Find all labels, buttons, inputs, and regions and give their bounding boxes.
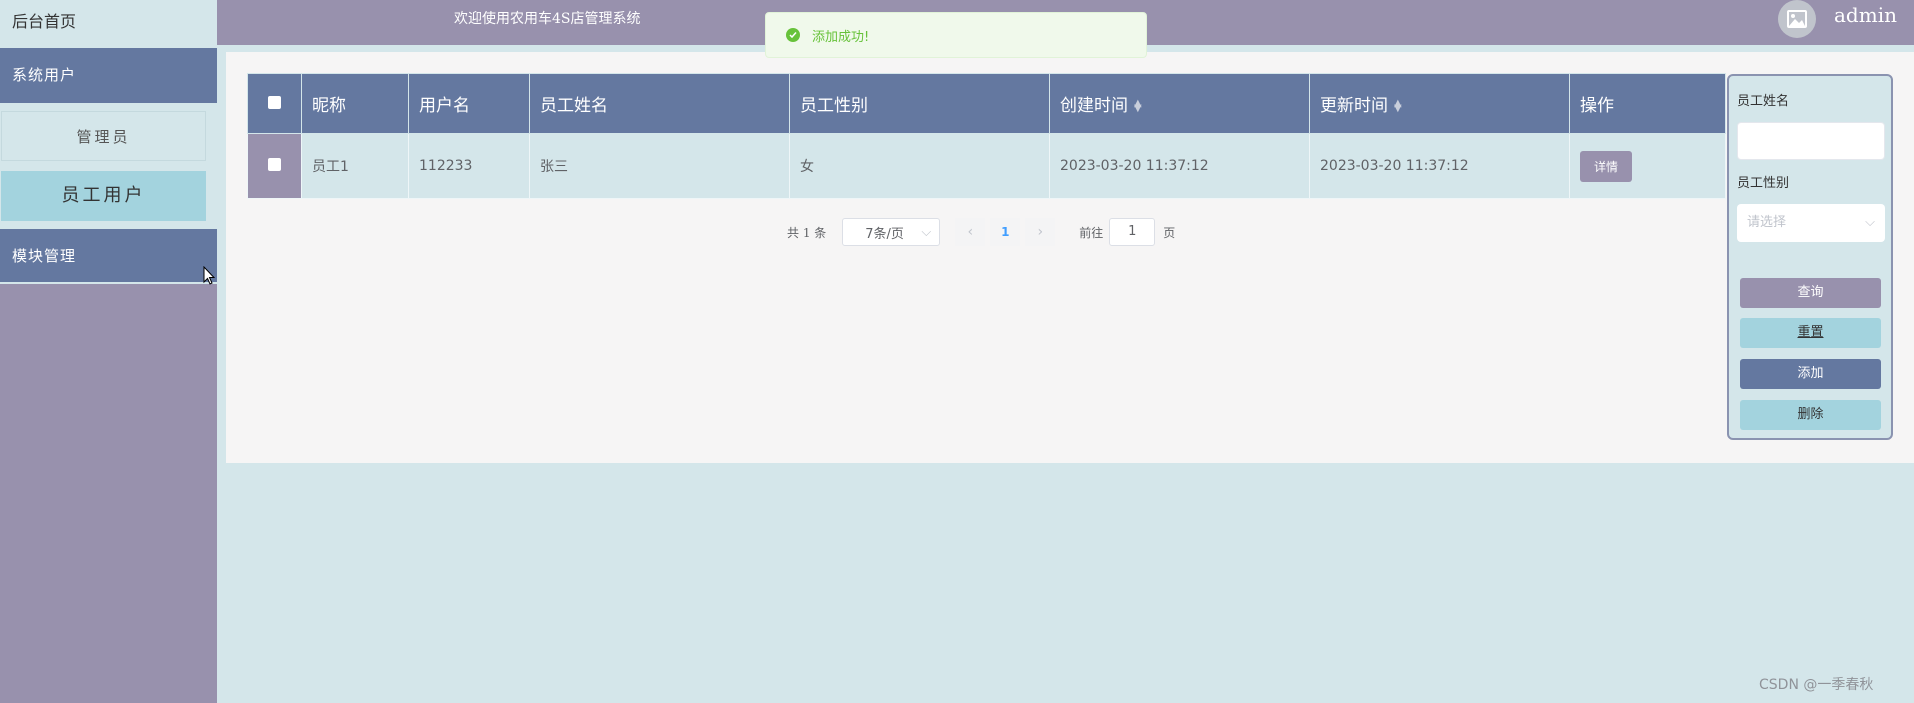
- column-header-created-label: 创建时间: [1060, 96, 1128, 116]
- query-button[interactable]: 查询: [1740, 278, 1881, 308]
- column-header-nickname: 昵称: [301, 73, 409, 134]
- row-select-cell: [247, 133, 302, 199]
- cell-updated: 2023-03-20 11:37:12: [1309, 133, 1570, 199]
- employee-name-input[interactable]: [1737, 122, 1885, 160]
- sort-icon[interactable]: ▲ ▼: [1134, 99, 1142, 114]
- column-header-gender: 员工性别: [789, 73, 1050, 134]
- reset-button[interactable]: 重置: [1740, 318, 1881, 348]
- row-checkbox[interactable]: [268, 157, 281, 171]
- mouse-cursor-icon: [203, 266, 215, 285]
- column-header-updated-label: 更新时间: [1320, 96, 1388, 116]
- next-page-button[interactable]: ›: [1025, 218, 1056, 246]
- column-header-action: 操作: [1569, 73, 1726, 134]
- chevron-down-icon: ⌵: [1865, 215, 1875, 230]
- toast-message: 添加成功!: [812, 29, 870, 45]
- sidebar-home[interactable]: 后台首页: [0, 0, 217, 48]
- data-table: 昵称 用户名 员工姓名 员工性别 创建时间 ▲ ▼ 更新时间 ▲ ▼ 操作 员工1 11…: [247, 73, 1726, 199]
- pagination: 共 1 条 7条/页 ⌵ ‹ 1 › 前往 1 页: [787, 218, 1175, 246]
- table-header-row: 昵称 用户名 员工姓名 员工性别 创建时间 ▲ ▼ 更新时间 ▲ ▼ 操作: [247, 73, 1726, 134]
- avatar[interactable]: [1778, 0, 1816, 38]
- chevron-down-icon: ⌵: [921, 224, 932, 240]
- check-circle-icon: [786, 28, 800, 42]
- page-number-current[interactable]: 1: [990, 218, 1021, 246]
- sidebar-group-module-management[interactable]: 模块管理: [0, 229, 217, 284]
- employee-gender-label: 员工性别: [1737, 176, 1790, 191]
- cell-nickname: 员工1: [301, 133, 409, 199]
- cell-username: 112233: [408, 133, 530, 199]
- column-header-updated[interactable]: 更新时间 ▲ ▼: [1309, 73, 1570, 134]
- select-all-checkbox[interactable]: [268, 95, 281, 109]
- page-size-select[interactable]: 7条/页 ⌵: [842, 218, 941, 246]
- goto-label: 前往: [1079, 225, 1104, 240]
- page-size-value: 7条/页: [865, 226, 904, 242]
- sidebar-group-system-users[interactable]: 系统用户: [0, 48, 217, 103]
- cell-name: 张三: [529, 133, 790, 199]
- sidebar-item-employee-user[interactable]: 员工用户: [1, 171, 206, 221]
- detail-button[interactable]: 详情: [1580, 150, 1633, 182]
- table-row: 员工1 112233 张三 女 2023-03-20 11:37:12 2023…: [247, 133, 1726, 199]
- chevron-right-icon: ›: [1037, 224, 1044, 240]
- image-icon: [1787, 10, 1807, 28]
- page-word: 页: [1163, 225, 1176, 240]
- welcome-title: 欢迎使用农用车4S店管理系统: [454, 11, 641, 27]
- cell-action: 详情: [1569, 133, 1726, 199]
- gender-select-placeholder: 请选择: [1747, 215, 1787, 230]
- column-header-name: 员工姓名: [529, 73, 790, 134]
- select-all-cell: [247, 73, 302, 134]
- search-panel: 员工姓名 员工性别 请选择 ⌵ 查询 重置 添加 删除: [1727, 74, 1893, 440]
- user-name[interactable]: admin: [1834, 3, 1897, 27]
- employee-name-label: 员工姓名: [1737, 94, 1790, 109]
- success-toast: 添加成功!: [765, 12, 1147, 58]
- chevron-left-icon: ‹: [967, 224, 974, 240]
- delete-button[interactable]: 删除: [1740, 400, 1881, 430]
- cell-gender: 女: [789, 133, 1050, 199]
- column-header-created[interactable]: 创建时间 ▲ ▼: [1049, 73, 1310, 134]
- sidebar-submenu: 管理员 员工用户: [0, 103, 217, 229]
- sort-icon[interactable]: ▲ ▼: [1394, 99, 1402, 114]
- sidebar-item-admin[interactable]: 管理员: [1, 111, 206, 161]
- prev-page-button[interactable]: ‹: [955, 218, 986, 246]
- sidebar: 后台首页 系统用户 管理员 员工用户 模块管理: [0, 0, 217, 703]
- cell-created: 2023-03-20 11:37:12: [1049, 133, 1310, 199]
- column-header-username: 用户名: [408, 73, 530, 134]
- add-button[interactable]: 添加: [1740, 359, 1881, 389]
- watermark: CSDN @一季春秋: [1759, 677, 1874, 693]
- goto-page-input[interactable]: 1: [1109, 218, 1156, 246]
- employee-gender-select[interactable]: 请选择 ⌵: [1737, 204, 1885, 242]
- pagination-total: 共 1 条: [787, 225, 827, 240]
